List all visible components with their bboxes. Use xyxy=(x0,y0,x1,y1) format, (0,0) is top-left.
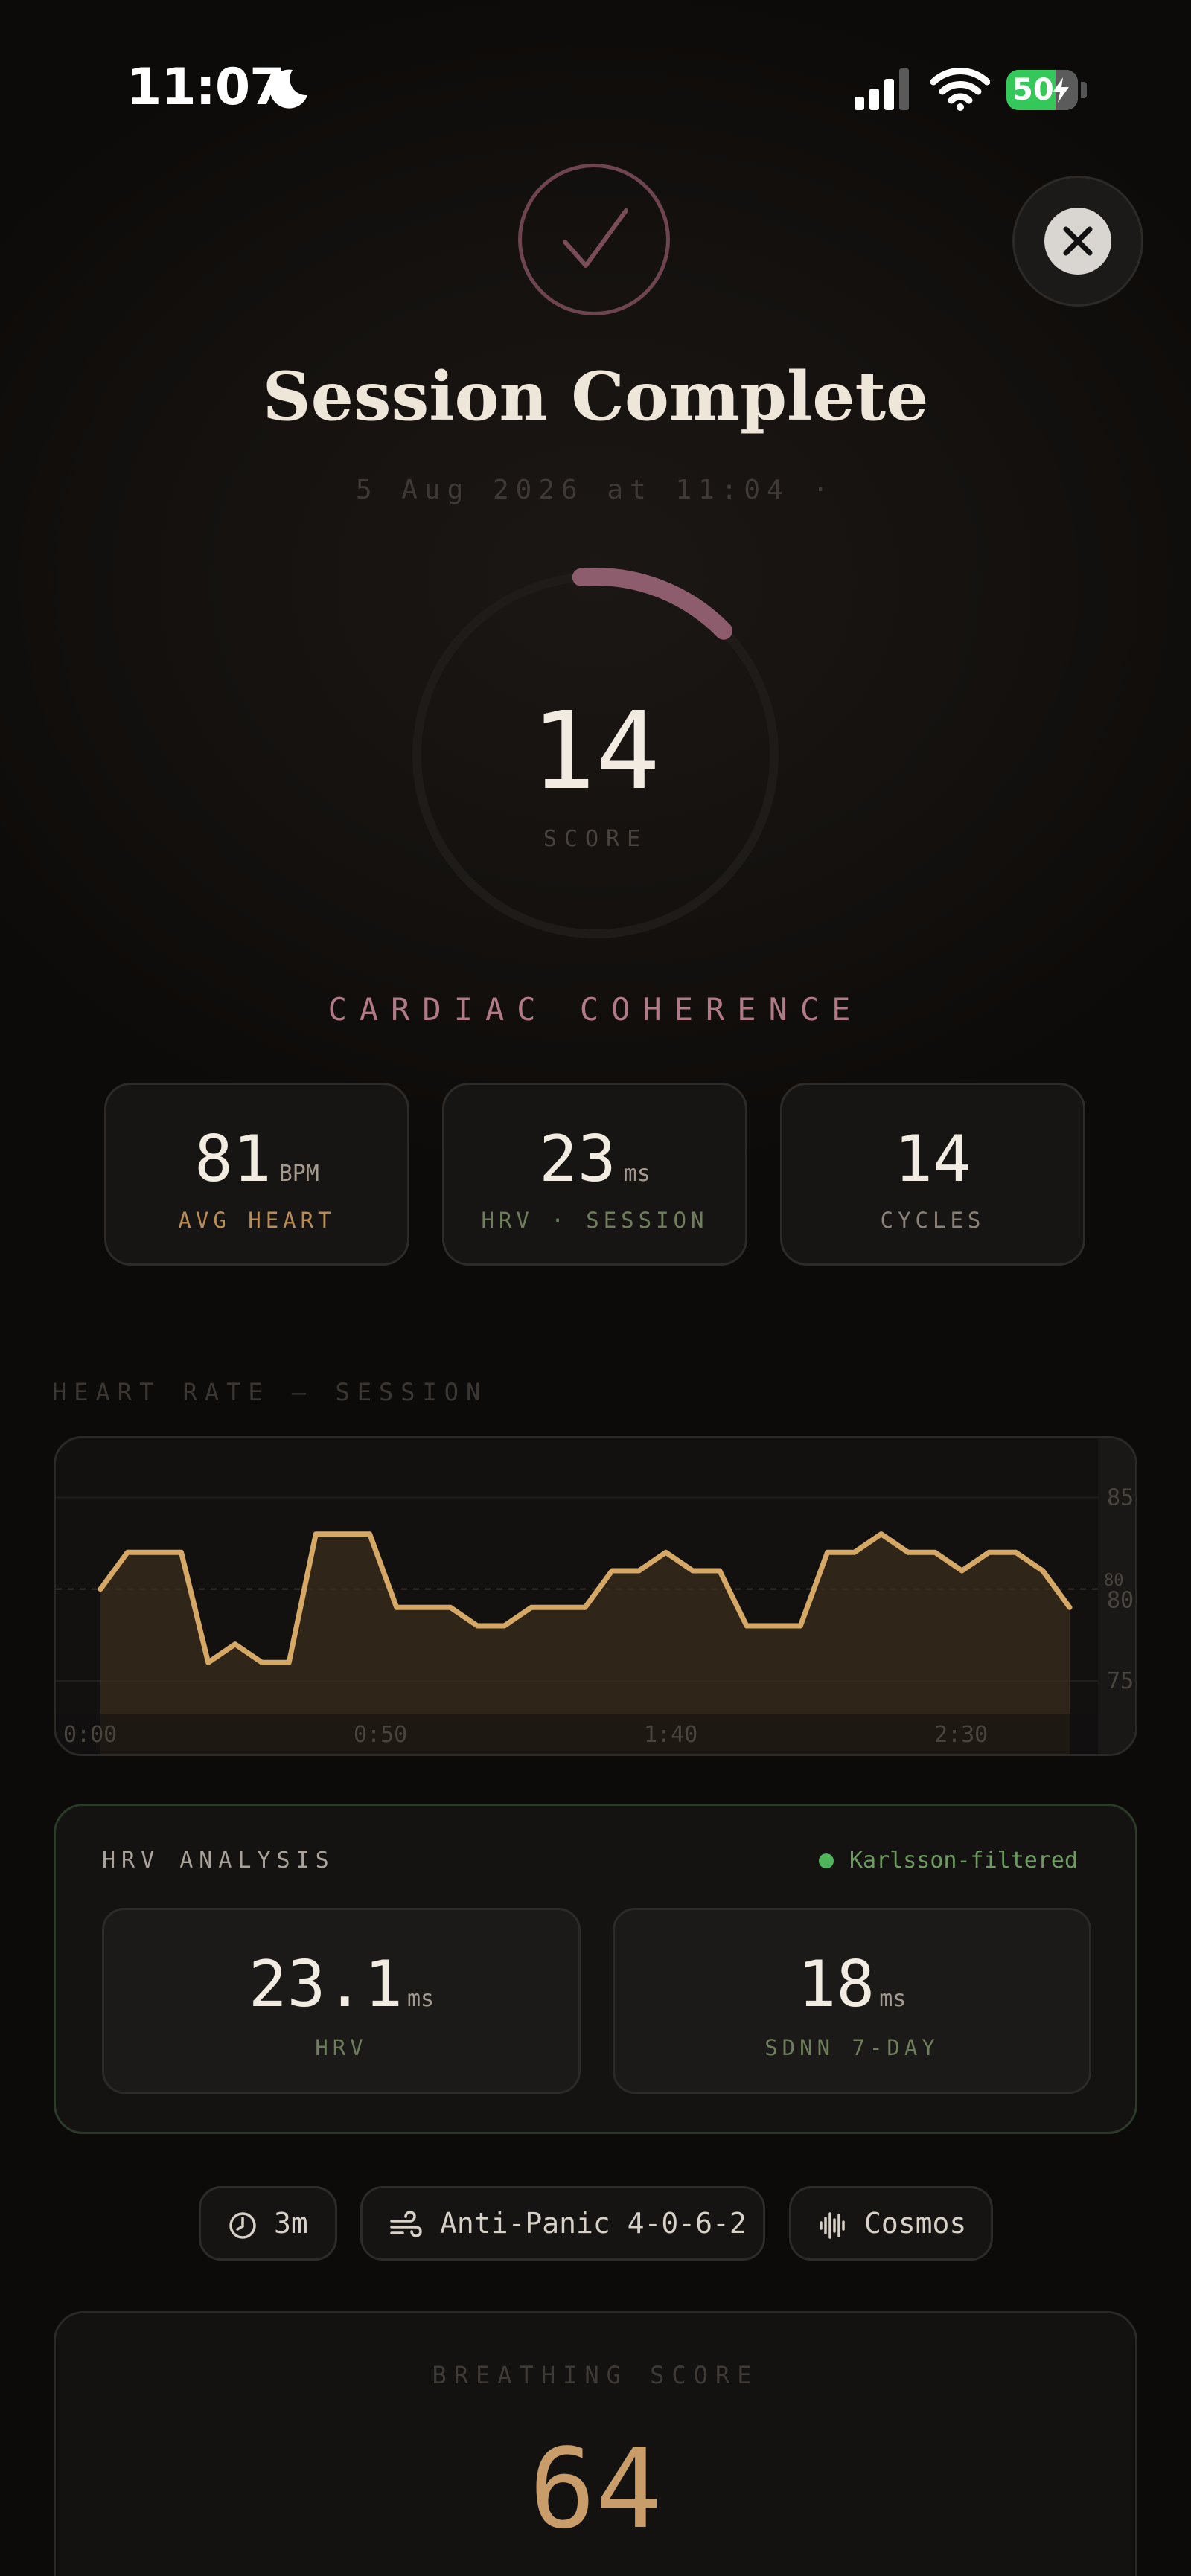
hrv-metric-value: 23.1 ms xyxy=(104,1947,578,2022)
session-complete-screen: 11:07 50 Session Complete 5 Aug 2026 at … xyxy=(0,0,1191,2576)
filter-status-dot xyxy=(819,1853,834,1868)
hrv-metric-label: HRV xyxy=(315,2035,368,2060)
stat-value: 14 xyxy=(782,1122,1083,1196)
heart-rate-section-label: HEART RATE — SESSION xyxy=(52,1378,488,1406)
stat-value: 81 BPM xyxy=(106,1122,407,1196)
charging-bolt-icon xyxy=(1053,77,1069,103)
wifi-icon xyxy=(930,68,990,111)
waveform-icon xyxy=(820,2212,845,2239)
stat-card-avg-heart: 81 BPM AVG HEART xyxy=(104,1083,409,1266)
hrv-analysis-panel: HRV ANALYSIS Karlsson-filtered 23.1 ms HR… xyxy=(54,1804,1137,2134)
clock-icon xyxy=(229,2212,256,2239)
close-icon xyxy=(1044,208,1111,275)
stat-label: CYCLES xyxy=(880,1208,986,1233)
page-title: Session Complete xyxy=(262,357,929,436)
moon-icon xyxy=(269,69,307,109)
score-progress-arc xyxy=(572,568,733,640)
close-button[interactable] xyxy=(1012,176,1143,307)
hrv-metric-card: 23.1 ms HRV xyxy=(102,1908,581,2094)
wind-icon xyxy=(390,2211,422,2237)
stat-label: HRV · SESSION xyxy=(481,1208,709,1233)
session-timestamp: 5 Aug 2026 at 11:04 · xyxy=(355,475,836,505)
score-label: SCORE xyxy=(543,826,648,852)
battery-indicator: 50 xyxy=(1006,70,1078,110)
duration-chip[interactable]: 3m xyxy=(199,2186,337,2261)
score-value: 14 xyxy=(531,688,660,813)
cellular-signal-icon xyxy=(855,68,909,110)
status-time: 11:07 xyxy=(127,58,284,117)
stat-card-cycles: 14 CYCLES xyxy=(780,1083,1085,1266)
stat-number: 23 xyxy=(539,1122,616,1196)
x-tick-label: 1:40 xyxy=(644,1722,697,1748)
stat-number: 14 xyxy=(894,1122,971,1196)
y-tick-label: 80 xyxy=(1107,1587,1134,1613)
heart-rate-chart: 85 80 80 75 0:00 0:50 1:40 2:30 xyxy=(54,1436,1137,1756)
y-tick-label: 85 xyxy=(1107,1484,1134,1510)
battery-cap xyxy=(1081,82,1087,98)
soundscape-chip[interactable]: Cosmos xyxy=(789,2186,993,2261)
breathing-score-label: BREATHING SCORE xyxy=(432,2361,759,2389)
duration-label: 3m xyxy=(274,2207,308,2240)
filter-label: Karlsson-filtered xyxy=(849,1848,1079,1874)
hrv-number: 23.1 xyxy=(248,1947,403,2022)
hrv-unit: ms xyxy=(406,1986,435,2012)
hrv-analysis-title: HRV ANALYSIS xyxy=(102,1848,335,1874)
stat-value: 23 ms xyxy=(444,1122,745,1196)
heart-rate-chart-svg: 858080750:00 0:50 1:40 2:30 xyxy=(56,1438,1135,1754)
soundscape-label: Cosmos xyxy=(864,2207,967,2240)
x-tick-label: 0:00 xyxy=(63,1722,117,1748)
stat-number: 81 xyxy=(194,1122,272,1196)
sdnn-number: 18 xyxy=(797,1947,875,2022)
breathing-pattern-chip[interactable]: Anti-Panic 4-0-6-2 xyxy=(360,2186,765,2261)
checkmark-icon xyxy=(518,164,670,315)
sdnn-metric-value: 18 ms xyxy=(615,1947,1089,2022)
breathing-pattern-label: Anti-Panic 4-0-6-2 xyxy=(440,2207,747,2240)
stat-label: AVG HEART xyxy=(178,1208,336,1233)
y-tick-label: 75 xyxy=(1107,1668,1134,1694)
battery-level: 50 xyxy=(1012,73,1054,107)
stat-unit: ms xyxy=(623,1161,651,1187)
session-mode: CARDIAC COHERENCE xyxy=(328,991,863,1028)
sdnn-metric-card: 18 ms SDNN 7-DAY xyxy=(613,1908,1091,2094)
stat-unit: BPM xyxy=(278,1161,319,1187)
breathing-score-value: 64 xyxy=(529,2425,662,2553)
sdnn-metric-label: SDNN 7-DAY xyxy=(764,2035,939,2060)
breathing-score-card: BREATHING SCORE 64 xyxy=(54,2311,1137,2576)
stat-card-hrv-session: 23 ms HRV · SESSION xyxy=(442,1083,747,1266)
sdnn-unit: ms xyxy=(879,1986,907,2012)
x-tick-label: 0:50 xyxy=(354,1722,407,1748)
x-tick-label: 2:30 xyxy=(934,1722,988,1748)
